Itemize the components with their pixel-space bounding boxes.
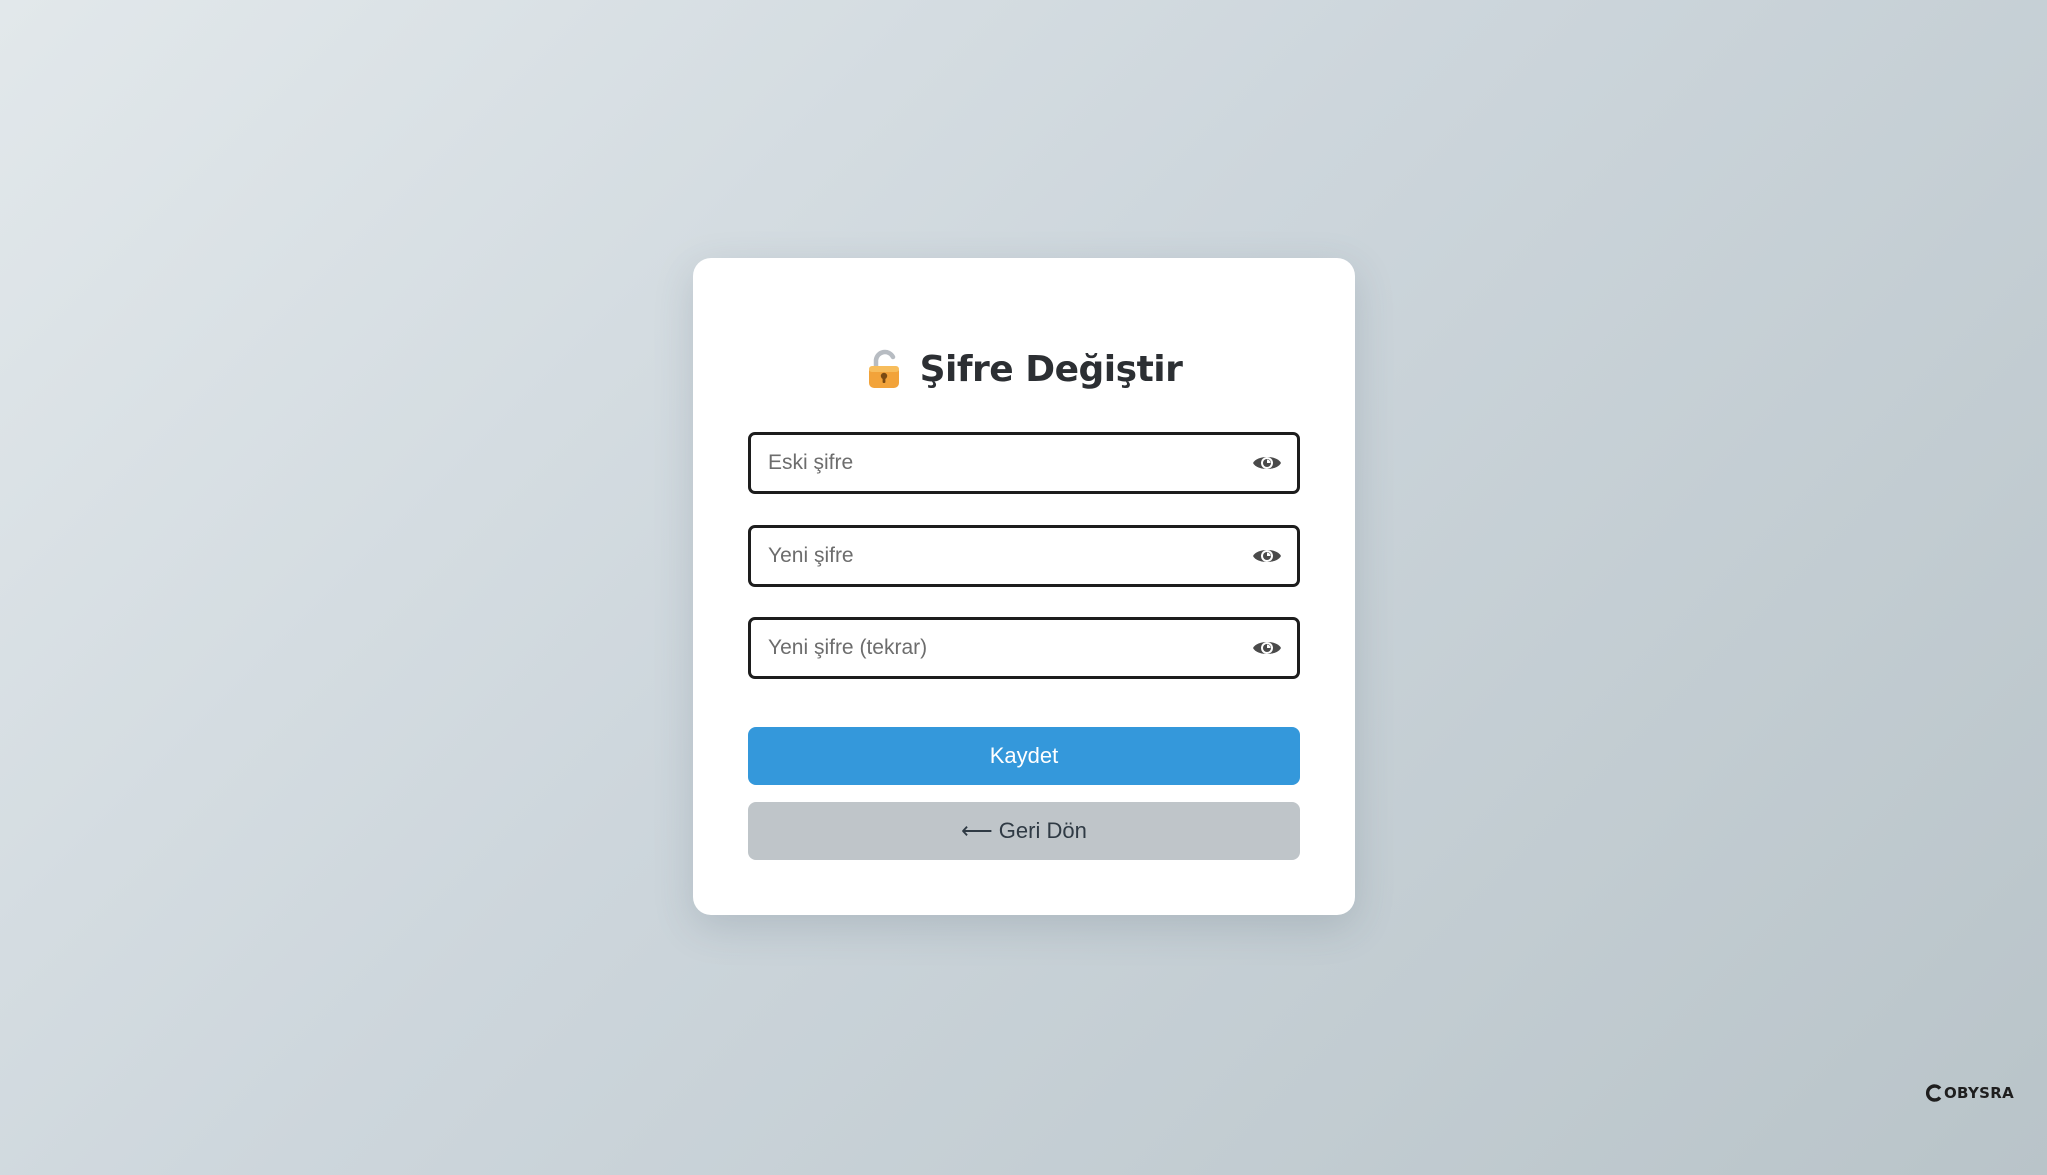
back-button[interactable]: ⟵ Geri Dön bbox=[748, 802, 1300, 860]
old-password-input[interactable] bbox=[751, 435, 1252, 491]
eye-icon[interactable] bbox=[1252, 545, 1282, 567]
change-password-card: Şifre Değiştir Kaydet ⟵ Geri Dön bbox=[693, 258, 1355, 915]
save-button[interactable]: Kaydet bbox=[748, 727, 1300, 785]
new-password-input[interactable] bbox=[751, 528, 1252, 584]
old-password-field bbox=[748, 432, 1300, 494]
new-password-field bbox=[748, 525, 1300, 587]
eye-icon[interactable] bbox=[1252, 452, 1282, 474]
brand-logo: OBYSRA bbox=[1925, 1084, 2014, 1102]
page-title: Şifre Değiştir bbox=[693, 344, 1355, 394]
confirm-password-input[interactable] bbox=[751, 620, 1252, 676]
brand-c-icon bbox=[1925, 1084, 1943, 1102]
confirm-password-field bbox=[748, 617, 1300, 679]
eye-icon[interactable] bbox=[1252, 637, 1282, 659]
title-text: Şifre Değiştir bbox=[919, 348, 1183, 390]
lock-icon bbox=[866, 348, 904, 390]
brand-name: OBYSRA bbox=[1944, 1084, 2014, 1102]
